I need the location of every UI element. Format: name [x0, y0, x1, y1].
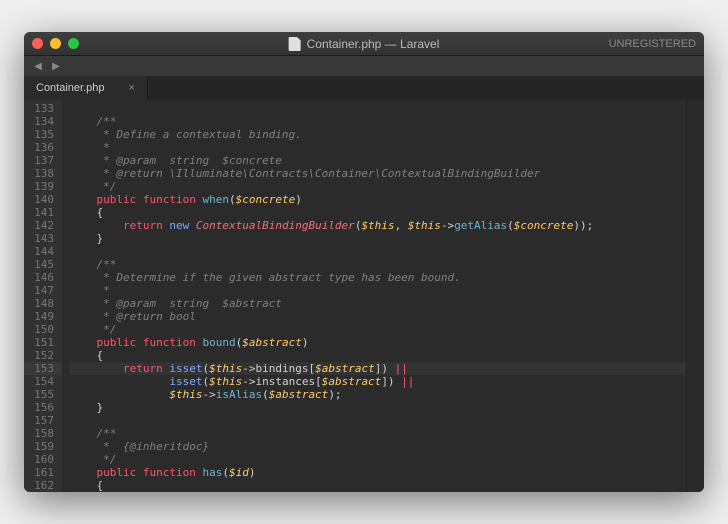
- line-number: 136: [24, 141, 62, 154]
- title-text: Container.php — Laravel: [307, 37, 440, 51]
- titlebar[interactable]: Container.php — Laravel UNREGISTERED: [24, 32, 704, 56]
- code-line[interactable]: isset($this->instances[$abstract]) ||: [70, 375, 686, 388]
- editor-window: Container.php — Laravel UNREGISTERED ◀ ▶…: [24, 32, 704, 492]
- line-number: 156: [24, 401, 62, 414]
- maximize-icon[interactable]: [68, 38, 79, 49]
- line-number: 140: [24, 193, 62, 206]
- tab-label: Container.php: [36, 82, 105, 94]
- tab-container-php[interactable]: Container.php ×: [24, 76, 148, 100]
- code-line[interactable]: * {@inheritdoc}: [70, 440, 686, 453]
- code-line[interactable]: *: [70, 284, 686, 297]
- code-line[interactable]: * @param string $abstract: [70, 297, 686, 310]
- editor-area: 1331341351361371381391401411421431441451…: [24, 100, 704, 492]
- registration-status: UNREGISTERED: [609, 38, 696, 50]
- code-line[interactable]: [70, 414, 686, 427]
- file-icon: [289, 37, 301, 51]
- code-line[interactable]: return isset($this->bindings[$abstract])…: [70, 362, 686, 375]
- code-line[interactable]: * Determine if the given abstract type h…: [70, 271, 686, 284]
- line-number: 159: [24, 440, 62, 453]
- line-number: 160: [24, 453, 62, 466]
- line-number: 148: [24, 297, 62, 310]
- line-number: 158: [24, 427, 62, 440]
- code-line[interactable]: * @return \Illuminate\Contracts\Containe…: [70, 167, 686, 180]
- code-line[interactable]: {: [70, 479, 686, 492]
- code-line[interactable]: * @return bool: [70, 310, 686, 323]
- line-number: 147: [24, 284, 62, 297]
- code-line[interactable]: */: [70, 323, 686, 336]
- line-number: 142: [24, 219, 62, 232]
- code-line[interactable]: public function has($id): [70, 466, 686, 479]
- line-number: 152: [24, 349, 62, 362]
- close-tab-icon[interactable]: ×: [129, 82, 135, 94]
- back-icon[interactable]: ◀: [32, 61, 44, 72]
- code-line[interactable]: */: [70, 180, 686, 193]
- line-number: 137: [24, 154, 62, 167]
- line-number: 153: [24, 362, 62, 375]
- line-number: 145: [24, 258, 62, 271]
- line-number: 134: [24, 115, 62, 128]
- line-number: 146: [24, 271, 62, 284]
- nav-toolbar: ◀ ▶: [24, 56, 704, 76]
- line-number: 149: [24, 310, 62, 323]
- code-line[interactable]: {: [70, 206, 686, 219]
- line-number: 138: [24, 167, 62, 180]
- line-number: 150: [24, 323, 62, 336]
- line-number: 139: [24, 180, 62, 193]
- code-line[interactable]: }: [70, 232, 686, 245]
- line-number: 141: [24, 206, 62, 219]
- code-line[interactable]: [70, 102, 686, 115]
- line-number: 135: [24, 128, 62, 141]
- line-number: 151: [24, 336, 62, 349]
- line-number: 143: [24, 232, 62, 245]
- minimap[interactable]: [686, 100, 704, 492]
- line-number: 155: [24, 388, 62, 401]
- code-line[interactable]: * @param string $concrete: [70, 154, 686, 167]
- line-number: 162: [24, 479, 62, 492]
- code-line[interactable]: [70, 245, 686, 258]
- code-line[interactable]: */: [70, 453, 686, 466]
- code-line[interactable]: $this->isAlias($abstract);: [70, 388, 686, 401]
- code-line[interactable]: * Define a contextual binding.: [70, 128, 686, 141]
- window-title: Container.php — Laravel: [289, 37, 440, 51]
- minimize-icon[interactable]: [50, 38, 61, 49]
- line-number: 157: [24, 414, 62, 427]
- code-line[interactable]: *: [70, 141, 686, 154]
- forward-icon[interactable]: ▶: [50, 61, 62, 72]
- line-number: 161: [24, 466, 62, 479]
- tabbar: Container.php ×: [24, 76, 704, 100]
- line-number: 133: [24, 102, 62, 115]
- code-line[interactable]: /**: [70, 115, 686, 128]
- code-line[interactable]: public function bound($abstract): [70, 336, 686, 349]
- line-gutter: 1331341351361371381391401411421431441451…: [24, 100, 62, 492]
- code-area[interactable]: /** * Define a contextual binding. * * @…: [62, 100, 686, 492]
- code-line[interactable]: }: [70, 401, 686, 414]
- code-line[interactable]: {: [70, 349, 686, 362]
- traffic-lights: [32, 38, 79, 49]
- code-line[interactable]: public function when($concrete): [70, 193, 686, 206]
- line-number: 154: [24, 375, 62, 388]
- code-line[interactable]: /**: [70, 258, 686, 271]
- line-number: 144: [24, 245, 62, 258]
- close-icon[interactable]: [32, 38, 43, 49]
- code-line[interactable]: /**: [70, 427, 686, 440]
- code-line[interactable]: return new ContextualBindingBuilder($thi…: [70, 219, 686, 232]
